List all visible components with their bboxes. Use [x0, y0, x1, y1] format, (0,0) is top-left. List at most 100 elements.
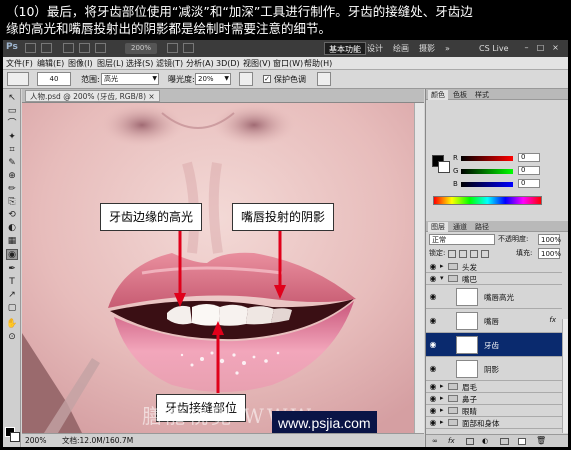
layer-group-nose[interactable]: ◉ ▸ 鼻子	[426, 393, 562, 405]
zoom-tool-icon[interactable]	[79, 43, 90, 53]
visibility-eye-icon[interactable]: ◉	[428, 382, 438, 391]
exposure-input[interactable]: 20%	[195, 73, 231, 85]
g-value[interactable]: 0	[518, 166, 540, 175]
minibridge-icon[interactable]	[41, 43, 52, 53]
shape-tool-icon[interactable]: ▢	[6, 303, 18, 314]
tool-preset-picker[interactable]	[7, 72, 29, 86]
collapsed-arrow-icon[interactable]: ▸	[440, 262, 444, 270]
opacity-input[interactable]: 100%	[538, 234, 561, 245]
menu-file[interactable]: 文件(F)	[6, 58, 33, 69]
canvas[interactable]: 牙齿边缘的高光 嘴唇投射的阴影 牙齿接缝部位 膳龍視覺 WWW www.psji…	[22, 103, 414, 433]
color-spectrum-ramp[interactable]	[433, 196, 542, 205]
panel-background-swatch[interactable]	[438, 161, 450, 173]
workspace-essentials-button[interactable]: 基本功能	[324, 42, 366, 55]
tab-styles[interactable]: 样式	[472, 90, 492, 100]
zoom-tool-icon[interactable]: ⊙	[6, 332, 18, 343]
hand-tool-icon[interactable]: ✋	[6, 319, 18, 330]
clone-stamp-tool-icon[interactable]: ⎘	[6, 197, 18, 208]
maximize-icon[interactable]: □	[535, 43, 546, 53]
g-slider[interactable]	[461, 169, 513, 174]
menu-3d[interactable]: 3D(D)	[216, 58, 240, 69]
layer-effects-icon[interactable]: fx	[549, 316, 556, 324]
collapsed-arrow-icon[interactable]: ▸	[440, 406, 444, 414]
new-group-icon[interactable]	[500, 438, 509, 445]
status-zoom[interactable]: 200%	[25, 434, 46, 447]
range-select[interactable]: 高光	[101, 73, 159, 85]
minimize-icon[interactable]: –	[521, 43, 532, 53]
r-slider[interactable]	[461, 156, 513, 161]
cs-live-button[interactable]: CS Live	[479, 42, 509, 55]
menu-layer[interactable]: 图层(L)	[97, 58, 124, 69]
fill-input[interactable]: 100%	[538, 248, 561, 259]
visibility-eye-icon[interactable]: ◉	[428, 406, 438, 415]
screen-mode-icon[interactable]	[183, 43, 194, 53]
background-color-swatch[interactable]	[10, 432, 20, 442]
menu-edit[interactable]: 编辑(E)	[37, 58, 64, 69]
pen-tool-icon[interactable]: ✒	[6, 264, 18, 275]
b-slider[interactable]	[461, 182, 513, 187]
workspace-painting-link[interactable]: 绘画	[393, 42, 409, 55]
healing-brush-tool-icon[interactable]: ⊕	[6, 171, 18, 182]
tablet-pressure-icon[interactable]	[317, 72, 331, 86]
lock-all-icon[interactable]	[481, 250, 489, 258]
history-brush-tool-icon[interactable]: ⟲	[6, 210, 18, 221]
collapsed-arrow-icon[interactable]: ▸	[440, 394, 444, 402]
crop-tool-icon[interactable]: ⌗	[6, 145, 18, 156]
layer-group-face-body[interactable]: ◉ ▸ 面部和身体	[426, 417, 562, 429]
visibility-eye-icon[interactable]: ◉	[428, 418, 438, 427]
r-value[interactable]: 0	[518, 153, 540, 162]
layer-group-eyebrows[interactable]: ◉ ▸ 眉毛	[426, 381, 562, 393]
brush-preset-picker[interactable]: 40	[37, 72, 71, 86]
layer-group-mouth[interactable]: ◉ ▾ 嘴巴	[426, 273, 562, 285]
menu-window[interactable]: 窗口(W)	[273, 58, 303, 69]
tab-swatches[interactable]: 色板	[450, 90, 470, 100]
gradient-tool-icon[interactable]: ▦	[6, 236, 18, 247]
visibility-eye-icon[interactable]: ◉	[428, 364, 438, 373]
hand-tool-icon[interactable]	[63, 43, 74, 53]
tab-color[interactable]: 颜色	[428, 90, 448, 100]
menu-filter[interactable]: 滤镜(T)	[156, 58, 183, 69]
visibility-eye-icon[interactable]: ◉	[428, 340, 438, 349]
eyedropper-tool-icon[interactable]: ✎	[6, 158, 18, 169]
quick-select-tool-icon[interactable]: ✦	[6, 132, 18, 143]
visibility-eye-icon[interactable]: ◉	[428, 292, 438, 301]
layer-group-hair[interactable]: ◉ ▸ 头发	[426, 261, 562, 273]
lasso-tool-icon[interactable]: ⌒	[6, 119, 18, 130]
layers-scrollbar[interactable]	[562, 319, 568, 433]
menu-help[interactable]: 帮助(H)	[304, 58, 332, 69]
workspace-photography-link[interactable]: 摄影	[419, 42, 435, 55]
blend-mode-select[interactable]: 正常	[429, 234, 495, 245]
trash-icon[interactable]: 🗑	[536, 436, 546, 445]
add-style-icon[interactable]: fx	[448, 437, 455, 445]
layer-lips[interactable]: ◉ 嘴唇 fx	[426, 309, 562, 333]
collapsed-arrow-icon[interactable]: ▸	[440, 382, 444, 390]
vertical-scrollbar[interactable]	[414, 103, 424, 433]
lock-transparency-icon[interactable]	[448, 250, 456, 258]
close-icon[interactable]: ×	[550, 43, 561, 53]
tab-layers[interactable]: 图层	[428, 222, 448, 232]
workspace-more-chevron[interactable]: »	[445, 42, 450, 55]
document-tab[interactable]: 人物.psd @ 200% (牙齿, RGB/8) ×	[25, 90, 160, 102]
new-layer-icon[interactable]	[518, 438, 526, 445]
expanded-arrow-icon[interactable]: ▾	[440, 274, 444, 282]
move-tool-icon[interactable]: ↖	[6, 93, 18, 104]
b-value[interactable]: 0	[518, 179, 540, 188]
bridge-icon[interactable]	[25, 43, 36, 53]
visibility-eye-icon[interactable]: ◉	[428, 394, 438, 403]
layer-lip-highlight[interactable]: ◉ 嘴唇高光	[426, 285, 562, 309]
menu-select[interactable]: 选择(S)	[126, 58, 153, 69]
link-layers-icon[interactable]: ∞	[432, 437, 438, 445]
visibility-eye-icon[interactable]: ◉	[428, 316, 438, 325]
menu-analysis[interactable]: 分析(A)	[186, 58, 214, 69]
eraser-tool-icon[interactable]: ◐	[6, 223, 18, 234]
arrange-documents-icon[interactable]	[167, 43, 178, 53]
airbrush-icon[interactable]	[239, 72, 253, 86]
collapsed-arrow-icon[interactable]: ▸	[440, 418, 444, 426]
layer-group-eyes[interactable]: ◉ ▸ 眼睛	[426, 405, 562, 417]
path-selection-tool-icon[interactable]: ↗	[6, 290, 18, 301]
zoom-level-dropdown[interactable]: 200%	[125, 43, 157, 54]
add-mask-icon[interactable]	[466, 438, 474, 445]
brush-tool-icon[interactable]: ✏	[6, 184, 18, 195]
visibility-eye-icon[interactable]: ◉	[428, 262, 438, 271]
tab-paths[interactable]: 路径	[472, 222, 492, 232]
